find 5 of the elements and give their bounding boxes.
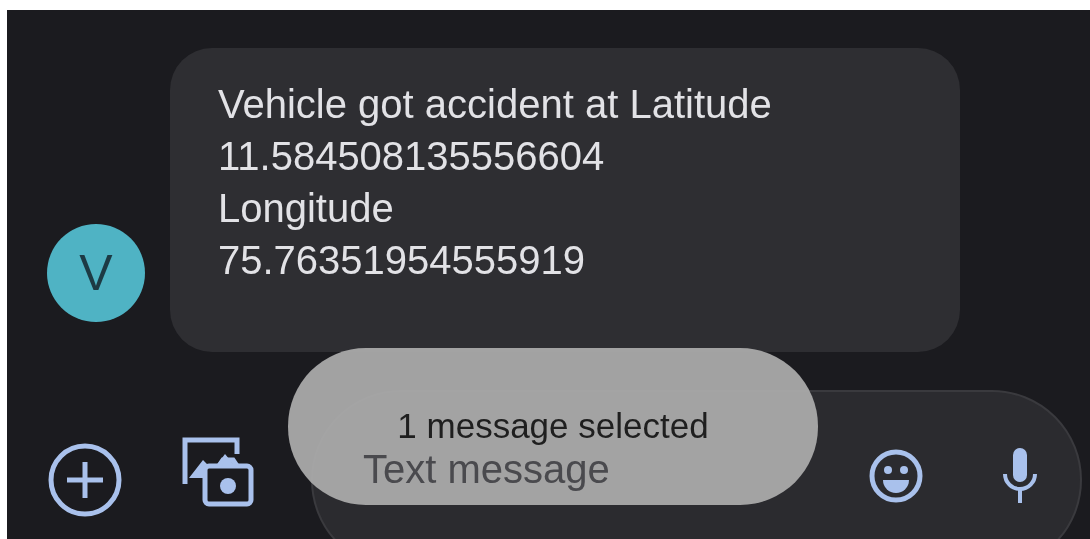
message-bubble[interactable]: Vehicle got accident at Latitude 11.584508135556604 Longitude 75.76351954555919 <box>170 48 960 352</box>
emoji-icon[interactable] <box>868 448 924 504</box>
microphone-icon[interactable] <box>1000 446 1040 506</box>
contact-avatar: V <box>47 224 145 322</box>
add-icon[interactable] <box>47 442 123 518</box>
